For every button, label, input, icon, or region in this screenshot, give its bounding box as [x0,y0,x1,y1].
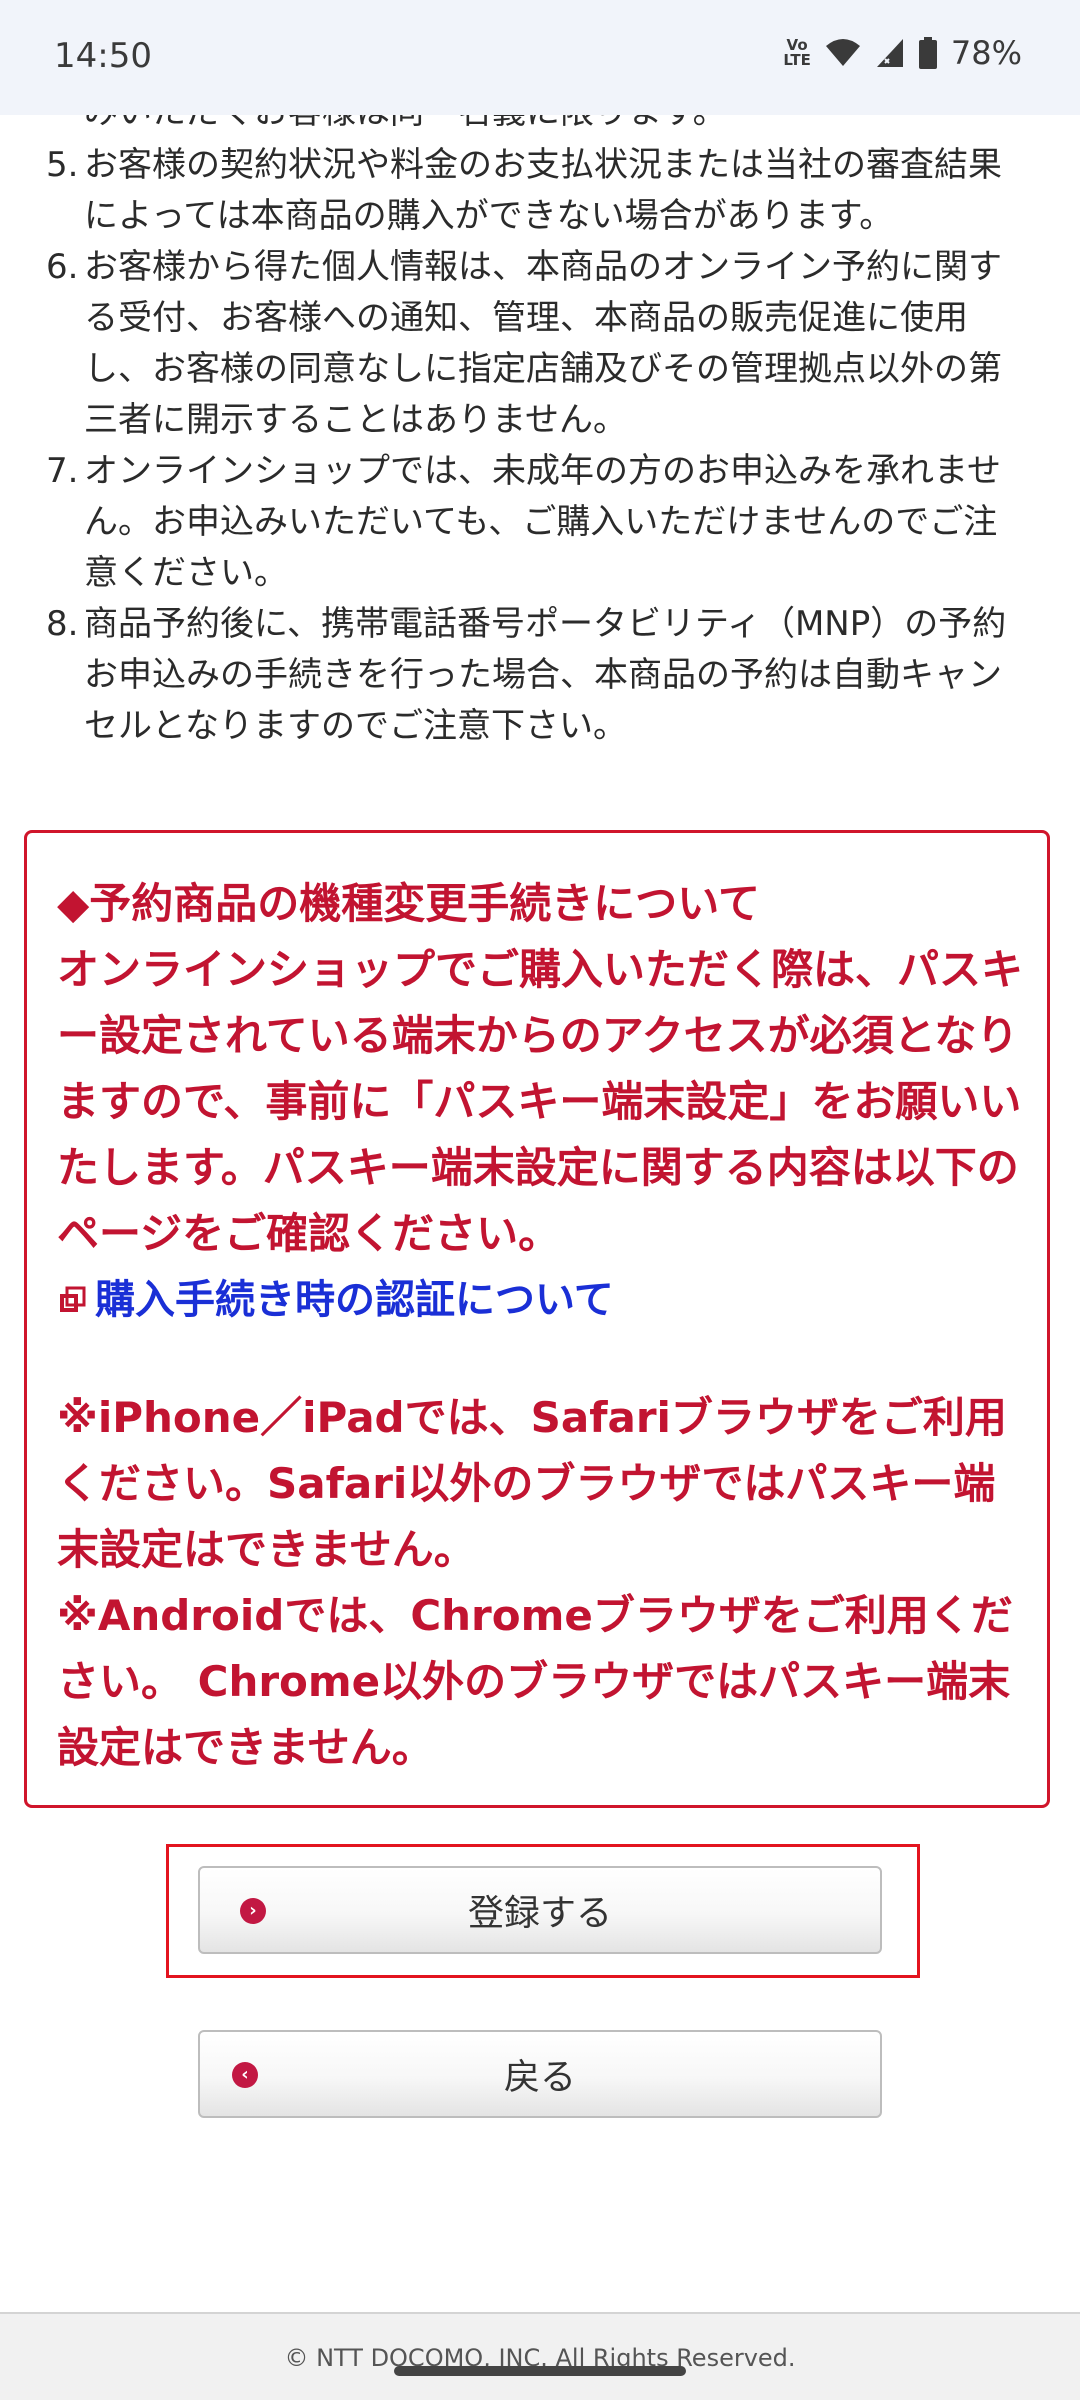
list-item: 8. 商品予約後に、携帯電話番号ポータビリティ（MNP）の予約お申込みの手続きを… [46,599,1016,752]
signal-icon [876,39,903,67]
arrow-left-icon: ‹ [232,2062,258,2088]
footer: © NTT DOCOMO, INC. All Rights Reserved. [0,2312,1080,2400]
list-item: 7. オンラインショップでは、未成年の方のお申込みを承れません。お申込みいただい… [46,446,1016,599]
list-item-number: 8. [46,604,79,644]
register-button-label: 登録する [467,1893,612,1934]
home-indicator[interactable] [394,2366,686,2376]
list-item-number: 5. [46,145,79,185]
android-note: ※Androidでは、Chromeブラウザをご利用ください。 Chrome以外の… [57,1591,1013,1772]
arrow-right-icon: › [240,1898,266,1924]
list-item-text: 商品予約後に、携帯電話番号ポータビリティ（MNP）の予約お申込みの手続きを行った… [84,604,1007,746]
list-item-text: お客様から得た個人情報は、本商品のオンライン予約に関する受付、お客様への通知、管… [84,247,1002,440]
volte-icon: Vo LTE [783,36,811,69]
status-time: 14:50 [54,36,152,76]
list-item: 6. お客様から得た個人情報は、本商品のオンライン予約に関する受付、お客様への通… [46,242,1016,446]
list-item-text: オンラインショップでは、未成年の方のお申込みを承れません。お申込みいただいても、… [84,451,1001,593]
back-button[interactable]: ‹ 戻る [198,2030,882,2118]
iphone-note: ※iPhone／iPadでは、Safariブラウザをご利用ください。Safari… [57,1393,1007,1574]
notes-list: 5. お客様の契約状況や料金のお支払状況または当社の審査結果によっては本商品の購… [46,140,1016,752]
wifi-icon [825,39,860,66]
battery-percentage: 78% [950,34,1022,72]
battery-icon [918,37,937,69]
list-item: 5. お客様の契約状況や料金のお支払状況または当社の審査結果によっては本商品の購… [46,140,1016,242]
notice-body: オンラインショップでご購入いただく際は、パスキー設定されている端末からのアクセス… [57,945,1024,1258]
status-icons: Vo LTE 78% [783,34,1022,72]
list-item-number: 6. [46,247,79,287]
list-item-text: お客様の契約状況や料金のお支払状況または当社の審査結果によっては本商品の購入がで… [84,145,1002,236]
list-item-number: 7. [46,451,79,491]
notice-heading: ◆予約商品の機種変更手続きについて [57,879,761,928]
passkey-notice-box: ◆予約商品の機種変更手続きについて オンラインショップでご購入いただく際は、パス… [24,830,1050,1808]
register-button[interactable]: › 登録する [198,1866,882,1954]
auth-info-link[interactable]: 購入手続き時の認証について [57,1267,1037,1333]
status-bar: 14:50 Vo LTE 78% [0,0,1080,115]
back-button-label: 戻る [503,2057,576,2098]
auth-info-link-label[interactable]: 購入手続き時の認証について [95,1267,614,1333]
notice-content: ◆予約商品の機種変更手続きについて オンラインショップでご購入いただく際は、パス… [57,871,1037,1781]
external-link-icon [60,1286,86,1312]
